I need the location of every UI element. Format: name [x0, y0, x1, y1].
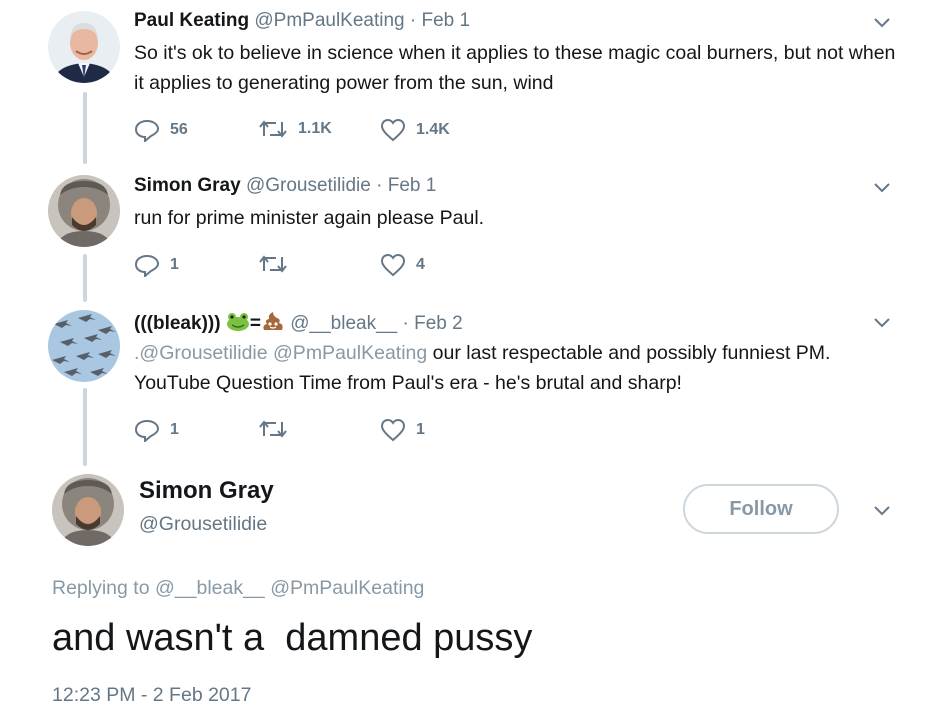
- main-tweet-timestamp[interactable]: 12:23 PM - 2 Feb 2017: [52, 684, 251, 707]
- reply-icon: [134, 419, 160, 442]
- main-tweet-text: and wasn't a damned pussy: [52, 617, 533, 659]
- tweet-text: run for prime minister again please Paul…: [134, 207, 485, 229]
- author-handle[interactable]: @__bleak__: [290, 313, 397, 334]
- like-count: 4: [416, 256, 425, 273]
- author-name[interactable]: (((bleak))): [134, 313, 221, 334]
- retweet-icon: [259, 255, 287, 273]
- reply-button[interactable]: 1: [134, 418, 179, 442]
- author-handle[interactable]: @PmPaulKeating: [254, 10, 404, 31]
- tweet-header: Paul Keating @PmPaulKeating · Feb 1: [134, 10, 470, 32]
- like-count: 1: [416, 421, 425, 438]
- replying-mentions[interactable]: @__bleak__ @PmPaulKeating: [155, 577, 424, 599]
- like-button[interactable]: 4: [380, 253, 425, 277]
- retweet-icon: [259, 120, 287, 138]
- retweet-count: 1.1K: [298, 120, 332, 137]
- chevron-down-icon[interactable]: [870, 12, 894, 32]
- tweet-header: (((bleak))) = @__bleak__ · Feb 2: [134, 310, 463, 338]
- reply-count: 1: [170, 421, 179, 438]
- replying-to: Replying to @__bleak__ @PmPaulKeating: [52, 577, 424, 600]
- like-button[interactable]: 1: [380, 418, 425, 442]
- like-icon: [380, 118, 406, 142]
- reply-count: 1: [170, 256, 179, 273]
- main-author-handle[interactable]: @Grousetilidie: [139, 513, 267, 536]
- like-icon: [380, 418, 406, 442]
- thread-connector-2: [83, 254, 87, 302]
- like-count: 1.4K: [416, 121, 450, 138]
- tweet-date[interactable]: · Feb 1: [376, 175, 436, 196]
- replying-label: Replying to: [52, 577, 150, 599]
- like-button[interactable]: 1.4K: [380, 118, 450, 142]
- tweet-date[interactable]: · Feb 2: [403, 313, 463, 334]
- retweet-button[interactable]: [258, 418, 298, 440]
- frog-emoji-icon: [226, 312, 250, 338]
- tweet-header: Simon Gray @Grousetilidie · Feb 1: [134, 175, 436, 197]
- chevron-down-icon[interactable]: [870, 312, 894, 332]
- main-author-name[interactable]: Simon Gray: [139, 477, 274, 505]
- follow-button[interactable]: Follow: [683, 484, 839, 534]
- thread-connector-1: [83, 92, 87, 164]
- reply-count: 56: [170, 121, 188, 138]
- author-name[interactable]: Paul Keating: [134, 10, 249, 31]
- retweet-icon: [259, 420, 287, 438]
- thread-connector-3: [83, 388, 87, 466]
- retweet-button[interactable]: [258, 253, 298, 275]
- avatar[interactable]: [48, 11, 120, 83]
- poop-emoji-icon: [261, 310, 285, 338]
- like-icon: [380, 253, 406, 277]
- tweet-text: .@Grousetilidie @PmPaulKeating our last …: [134, 338, 904, 398]
- tweet-mentions[interactable]: .@Grousetilidie @PmPaulKeating: [134, 342, 427, 364]
- tweet-date[interactable]: · Feb 1: [410, 10, 470, 31]
- tweet-text: So it's ok to believe in science when it…: [134, 42, 896, 94]
- author-name[interactable]: Simon Gray: [134, 175, 241, 196]
- avatar[interactable]: [48, 175, 120, 247]
- reply-button[interactable]: 1: [134, 253, 179, 277]
- reply-icon: [134, 119, 160, 142]
- retweet-button[interactable]: 1.1K: [258, 118, 332, 140]
- author-name-suffix: =: [249, 313, 261, 334]
- chevron-down-icon[interactable]: [870, 500, 894, 520]
- main-avatar[interactable]: [52, 474, 124, 546]
- reply-icon: [134, 254, 160, 277]
- author-handle[interactable]: @Grousetilidie: [246, 175, 371, 196]
- avatar[interactable]: [48, 310, 120, 382]
- reply-button[interactable]: 56: [134, 118, 188, 142]
- chevron-down-icon[interactable]: [870, 177, 894, 197]
